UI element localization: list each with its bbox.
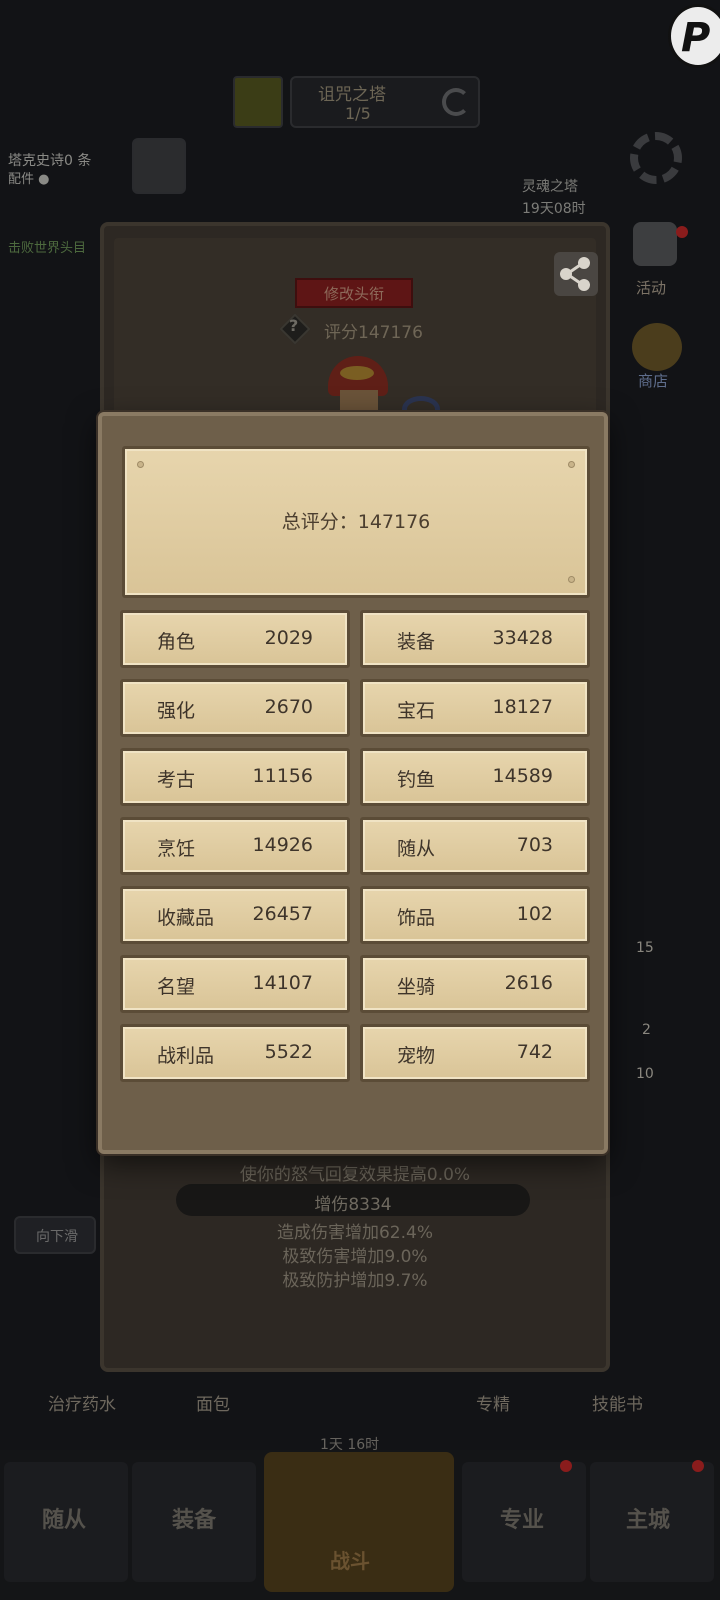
nav-label-battle: 战斗 [330, 1549, 370, 1573]
nail [137, 461, 144, 468]
nav-label-equipment: 装备 [172, 1508, 217, 1533]
score-cell: 收藏品 26457 [120, 886, 350, 944]
game-screen: 诅咒之塔 1/5 塔克史诗0 条 配件 ● 击败世界头目 灵魂之塔 19天08时… [0, 0, 720, 1600]
damage-pill-label: 增伤8334 [314, 1195, 392, 1215]
score-category-name: 宝石 [397, 700, 436, 722]
score-category-value: 2029 [264, 627, 313, 649]
score-cell: 强化 2670 [120, 679, 350, 737]
score-category-value: 26457 [252, 903, 313, 925]
score-category-name: 名望 [157, 976, 196, 998]
activity-label: 活动 [636, 279, 667, 297]
score-category-name: 角色 [157, 631, 196, 653]
edit-title-button[interactable]: 修改头衔 [295, 278, 413, 308]
profile-score[interactable]: 评分147176 [324, 318, 423, 343]
side-count-3: 10 [636, 1066, 654, 1082]
share-icon [560, 257, 590, 291]
score-category-name: 战利品 [157, 1045, 215, 1067]
score-category-value: 11156 [252, 765, 313, 787]
score-category-name: 装备 [397, 631, 436, 653]
score-category-value: 33428 [492, 627, 553, 649]
total-score-label: 总评分：147176 [281, 511, 431, 533]
score-cell: 饰品 102 [360, 886, 590, 944]
nav-label-followers: 随从 [42, 1508, 87, 1533]
score-category-value: 5522 [264, 1041, 313, 1063]
score-category-name: 随从 [397, 838, 436, 860]
side-count-1: 15 [636, 940, 654, 956]
settings-gear-icon[interactable] [630, 132, 682, 184]
score-cell: 考古 11156 [120, 748, 350, 806]
hero-avatar [318, 356, 402, 420]
notification-dot [676, 226, 688, 238]
tower-count: 1/5 [345, 104, 371, 123]
nav-label-profession: 专业 [500, 1508, 545, 1533]
score-cell: 随从 703 [360, 817, 590, 875]
nail [568, 576, 575, 583]
score-breakdown-dialog: 总评分：147176 角色 2029 装备 33428 强化 2670 宝石 18127 考古 1… [98, 412, 608, 1154]
right-mode-timer: 19天08时 [522, 201, 586, 217]
score-cell: 宝石 18127 [360, 679, 590, 737]
tower-title: 诅咒之塔 [318, 85, 386, 105]
left-quest-status: 配件 ● [8, 172, 50, 187]
score-category-value: 703 [516, 834, 553, 856]
nail [568, 461, 575, 468]
score-cell: 名望 14107 [120, 955, 350, 1013]
profession-notification-dot [560, 1460, 572, 1472]
shop-label: 商店 [638, 372, 669, 390]
share-button[interactable] [554, 252, 598, 296]
score-category-value: 14589 [492, 765, 553, 787]
potion-label[interactable]: 治疗药水 [48, 1390, 116, 1415]
stat-extreme-defense: 极致防护增加9.7% [282, 1271, 428, 1291]
score-category-name: 考古 [157, 769, 196, 791]
score-category-value: 18127 [492, 696, 553, 718]
hero-hat-trim [340, 366, 374, 380]
score-category-value: 742 [516, 1041, 553, 1063]
stat-rage-recovery: 使你的怒气回复效果提高0.0% [239, 1165, 471, 1185]
tower-chest-icon[interactable] [233, 76, 283, 128]
score-category-name: 饰品 [397, 907, 436, 929]
score-cell: 战利品 5522 [120, 1024, 350, 1082]
score-category-name: 烹饪 [157, 838, 196, 860]
activity-icon[interactable] [633, 222, 677, 266]
score-category-name: 钓鱼 [397, 769, 436, 791]
shop-icon[interactable] [632, 323, 682, 371]
score-cell: 装备 33428 [360, 610, 590, 668]
score-category-name: 坐骑 [397, 976, 436, 998]
score-cell: 钓鱼 14589 [360, 748, 590, 806]
nav-label-city: 主城 [626, 1508, 671, 1533]
mastery-label[interactable]: 专精 [476, 1390, 510, 1415]
score-category-value: 14926 [252, 834, 313, 856]
city-notification-dot [692, 1460, 704, 1472]
score-category-value: 2616 [504, 972, 553, 994]
score-category-name: 收藏品 [157, 907, 215, 929]
score-category-value: 102 [516, 903, 553, 925]
left-quest-name: 塔克史诗0 条 [8, 153, 92, 169]
score-category-value: 2670 [264, 696, 313, 718]
quest-book-icon[interactable] [132, 138, 186, 194]
score-category-name: 宠物 [397, 1045, 436, 1067]
stat-extreme-damage: 极致伤害增加9.0% [282, 1247, 428, 1267]
left-info-text: 击败世界头目 [8, 241, 87, 256]
stat-damage-increase: 造成伤害增加62.4% [276, 1223, 433, 1243]
bread-label[interactable]: 面包 [196, 1390, 230, 1415]
app-logo-icon: P [668, 4, 720, 68]
refresh-icon[interactable] [442, 88, 470, 116]
total-score-panel: 总评分：147176 [122, 446, 590, 598]
help-icon-glyph: ? [289, 316, 299, 335]
score-cell: 烹饪 14926 [120, 817, 350, 875]
side-count-2: 2 [642, 1022, 651, 1038]
score-category-value: 14107 [252, 972, 313, 994]
score-category-name: 强化 [157, 700, 196, 722]
right-mode-label: 灵魂之塔 [522, 179, 578, 195]
score-cell: 坐骑 2616 [360, 955, 590, 1013]
score-cell: 角色 2029 [120, 610, 350, 668]
skill-book-label[interactable]: 技能书 [592, 1390, 643, 1415]
score-cell: 宠物 742 [360, 1024, 590, 1082]
